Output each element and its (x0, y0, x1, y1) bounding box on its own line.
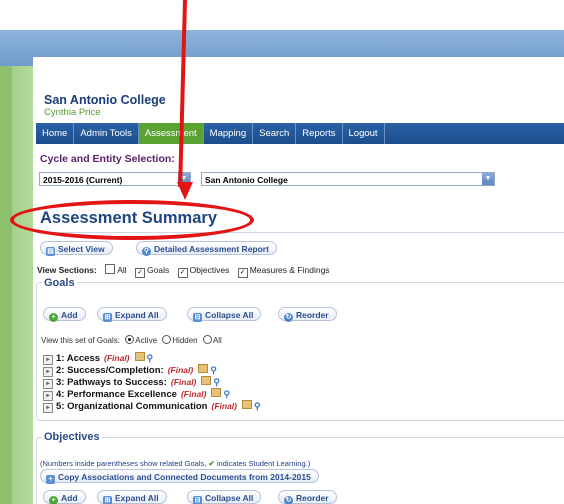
reorder-objectives-button[interactable]: ↻ Reorder (278, 490, 337, 504)
goal-status: (Final) (211, 401, 238, 411)
expand-all-goals-label: Expand All (115, 310, 159, 320)
expand-toggle-icon[interactable]: ▸ (43, 403, 53, 413)
radio-active-label: Active (135, 336, 158, 345)
nav-logout[interactable]: Logout (343, 123, 385, 144)
left-decor-strip (0, 66, 12, 504)
objectives-note-prefix: (Numbers inside parentheses show related… (40, 459, 207, 468)
select-view-button[interactable]: ▤ Select View (40, 241, 113, 256)
entity-select-value: San Antonio College (205, 175, 288, 185)
goal-label: 5: Organizational Communication (56, 401, 208, 412)
radio-all[interactable] (202, 335, 212, 344)
reorder-objectives-label: Reorder (296, 493, 329, 503)
radio-hidden-label: Hidden (172, 336, 198, 345)
expand-icon: ⊞ (103, 313, 112, 322)
main-nav: Home Admin Tools Assessment Mapping Sear… (36, 123, 564, 144)
goal-row[interactable]: ▸ 5: Organizational Communication (Final) ⚲ (43, 400, 261, 413)
annotation-highlight-ellipse (10, 200, 254, 240)
screenshot: San Antonio College Cynthia Price Home A… (0, 0, 564, 504)
goals-view-label: View this set of Goals: (41, 336, 120, 345)
cycle-select[interactable]: 2015-2016 (Current) ▼ (39, 172, 191, 186)
edit-icon[interactable] (242, 400, 252, 409)
nav-search[interactable]: Search (253, 123, 297, 144)
reorder-icon: ↻ (284, 496, 293, 504)
copy-associations-button[interactable]: + Copy Associations and Connected Documen… (40, 469, 319, 484)
search-icon[interactable]: ⚲ (210, 365, 217, 376)
expand-all-goals-button[interactable]: ⊞ Expand All (97, 307, 167, 322)
add-objective-button[interactable]: + Add (43, 490, 86, 504)
copy-associations-label: Copy Associations and Connected Document… (58, 472, 311, 482)
expand-icon: ⊞ (103, 496, 112, 504)
view-sections-label: View Sections: (37, 265, 97, 275)
collapse-all-goals-button[interactable]: ⊟ Collapse All (187, 307, 262, 322)
checkbox-objectives[interactable]: ✓ (177, 268, 188, 278)
checkbox-objectives-label: Objectives (189, 265, 230, 275)
edit-icon[interactable] (198, 364, 209, 373)
collapse-icon: ⊟ (193, 313, 202, 322)
search-icon[interactable]: ⚲ (147, 353, 154, 364)
goal-label: 4: Performance Excellence (56, 389, 177, 400)
reorder-goals-button[interactable]: ↻ Reorder (278, 307, 337, 322)
search-icon: ⚲ (142, 247, 151, 256)
checkbox-measures-label: Measures & Findings (249, 265, 330, 275)
collapse-all-objectives-label: Collapse All (205, 493, 254, 503)
search-icon[interactable]: ⚲ (223, 389, 230, 400)
edit-icon[interactable] (134, 352, 145, 361)
annotation-arrow-icon (177, 182, 193, 200)
add-goal-label: Add (61, 310, 78, 320)
expand-all-objectives-label: Expand All (115, 493, 159, 503)
collapse-icon: ⊟ (193, 496, 202, 504)
nav-reports[interactable]: Reports (296, 123, 343, 144)
edit-icon[interactable] (211, 388, 222, 397)
user-name: Cynthia Price (44, 107, 101, 118)
radio-active[interactable] (125, 335, 135, 344)
copy-icon: + (46, 475, 55, 484)
add-objective-label: Add (61, 493, 78, 503)
detailed-report-label: Detailed Assessment Report (154, 244, 269, 254)
search-icon[interactable]: ⚲ (254, 401, 261, 412)
reorder-goals-label: Reorder (296, 310, 329, 320)
view-sections-bar: View Sections: All ✓ Goals ✓ Objectives ✓ M… (37, 264, 330, 278)
goal-status: (Final) (104, 353, 130, 363)
nav-home[interactable]: Home (36, 123, 75, 144)
goals-view-filter: View this set of Goals: Active Hidden Al… (41, 335, 222, 345)
collapse-all-objectives-button[interactable]: ⊟ Collapse All (187, 490, 262, 504)
detailed-report-button[interactable]: ⚲ Detailed Assessment Report (136, 241, 277, 256)
checkbox-measures[interactable]: ✓ (237, 268, 248, 278)
select-view-label: Select View (58, 244, 105, 254)
nav-mapping[interactable]: Mapping (204, 123, 254, 144)
nav-admin-tools[interactable]: Admin Tools (74, 123, 139, 144)
cycle-entity-label: Cycle and Entity Selection: (40, 153, 175, 165)
reorder-icon: ↻ (284, 313, 293, 322)
edit-icon[interactable] (201, 376, 212, 385)
goal-label: 3: Pathways to Success: (56, 377, 167, 388)
goal-label: 1: Access (56, 353, 101, 364)
checkbox-all[interactable] (105, 264, 116, 274)
chevron-down-icon: ▼ (482, 173, 494, 185)
checkbox-all-label: All (117, 265, 127, 275)
expand-all-objectives-button[interactable]: ⊞ Expand All (97, 490, 167, 504)
add-goal-button[interactable]: + Add (43, 307, 86, 322)
goals-title: Goals (42, 277, 77, 289)
goal-status: (Final) (180, 389, 207, 399)
objectives-title: Objectives (42, 431, 102, 443)
view-icon: ▤ (46, 247, 55, 256)
nav-assessment[interactable]: Assessment (138, 123, 204, 144)
radio-hidden[interactable] (162, 335, 172, 344)
goal-status: (Final) (167, 365, 194, 375)
college-name: San Antonio College (44, 93, 166, 107)
objectives-note: (Numbers inside parentheses show related… (40, 459, 310, 468)
radio-all-label: All (212, 336, 222, 345)
goal-label: 2: Success/Completion: (56, 365, 164, 376)
plus-icon: + (49, 496, 58, 504)
entity-select[interactable]: San Antonio College ▼ (201, 172, 495, 186)
plus-icon: + (49, 313, 58, 322)
cycle-select-value: 2015-2016 (Current) (43, 175, 123, 185)
checkbox-goals[interactable]: ✓ (135, 268, 146, 278)
goal-status: (Final) (170, 377, 197, 387)
search-icon[interactable]: ⚲ (213, 377, 220, 388)
objectives-note-suffix: indicates Student Learning.) (214, 459, 311, 468)
collapse-all-goals-label: Collapse All (205, 310, 254, 320)
checkbox-goals-label: Goals (147, 265, 170, 275)
